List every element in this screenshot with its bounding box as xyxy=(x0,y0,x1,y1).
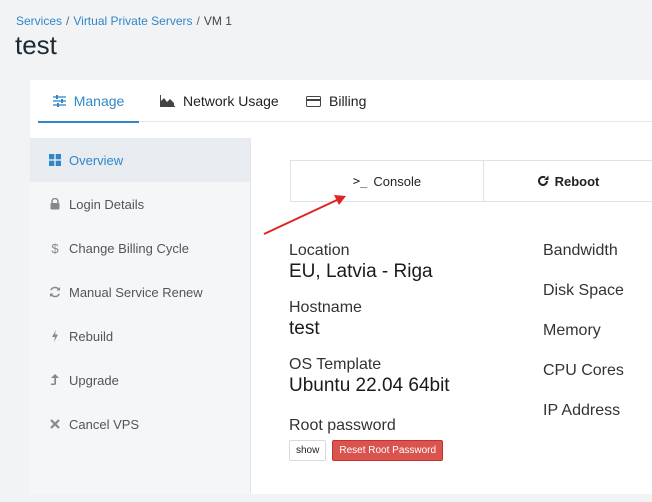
breadcrumb-vps[interactable]: Virtual Private Servers xyxy=(73,14,192,28)
refresh-icon xyxy=(48,286,62,298)
terminal-icon: >_ xyxy=(352,174,368,188)
os-template-value: Ubuntu 22.04 64bit xyxy=(289,375,450,396)
console-button-label: Console xyxy=(373,173,422,189)
os-template-label: OS Template xyxy=(289,356,382,373)
location-value: EU, Latvia - Riga xyxy=(289,261,433,282)
sidebar-item-upgrade[interactable]: Upgrade xyxy=(30,358,250,402)
tab-bar: Manage Network Usage Billing xyxy=(38,80,652,123)
console-button[interactable]: >_ Console xyxy=(291,161,484,201)
reboot-button-label: Reboot xyxy=(554,173,600,189)
sliders-icon xyxy=(52,94,66,107)
tab-network-usage-label: Network Usage xyxy=(183,93,279,109)
memory-label: Memory xyxy=(543,322,601,339)
tab-manage-label: Manage xyxy=(73,92,125,109)
sidebar-item-label: Rebuild xyxy=(69,328,114,344)
root-password-label: Root password xyxy=(289,417,396,434)
dollar-icon: $ xyxy=(51,240,59,256)
sidebar-item-label: Upgrade xyxy=(69,372,119,388)
tab-manage[interactable]: Manage xyxy=(38,80,139,123)
sidebar: Overview Login Details $ Change Billing … xyxy=(30,138,250,494)
page-title: test xyxy=(15,30,57,60)
tab-billing-label: Billing xyxy=(329,93,367,109)
location-field: Location EU, Latvia - Riga xyxy=(289,242,450,283)
sidebar-item-label: Cancel VPS xyxy=(69,416,140,432)
location-label: Location xyxy=(289,242,350,259)
sidebar-item-cancel-vps[interactable]: Cancel VPS xyxy=(30,402,250,446)
password-actions: show Reset Root Password xyxy=(289,440,450,461)
os-template-field: OS Template Ubuntu 22.04 64bit xyxy=(289,356,450,397)
credit-card-icon xyxy=(306,95,321,107)
reset-root-password-button[interactable]: Reset Root Password xyxy=(332,440,444,461)
grid-icon xyxy=(48,154,62,166)
reboot-button[interactable]: Reboot xyxy=(484,161,652,201)
cpu-cores-label: CPU Cores xyxy=(543,362,624,379)
hostname-value: test xyxy=(289,318,320,339)
sidebar-item-label: Manual Service Renew xyxy=(69,284,203,300)
breadcrumb-separator: / xyxy=(196,14,200,28)
disk-space-label: Disk Space xyxy=(543,282,624,299)
sidebar-item-label: Login Details xyxy=(69,196,145,212)
action-bar: >_ Console Reboot xyxy=(290,160,652,202)
upgrade-arrow-icon xyxy=(48,374,62,386)
details-left-column: Location EU, Latvia - Riga Hostname test… xyxy=(289,242,450,477)
bolt-icon xyxy=(48,330,62,342)
sidebar-item-manual-service-renew[interactable]: Manual Service Renew xyxy=(30,270,250,314)
breadcrumb-services[interactable]: Services xyxy=(16,14,62,28)
hostname-field: Hostname test xyxy=(289,299,450,340)
breadcrumb-separator: / xyxy=(66,14,70,28)
breadcrumb-current: VM 1 xyxy=(203,14,232,28)
sidebar-item-login-details[interactable]: Login Details xyxy=(30,182,250,226)
sidebar-item-change-billing-cycle[interactable]: $ Change Billing Cycle xyxy=(30,226,250,270)
tab-billing[interactable]: Billing xyxy=(306,80,366,122)
tab-network-usage[interactable]: Network Usage xyxy=(160,80,279,122)
root-password-field: Root password show Reset Root Password xyxy=(289,417,450,461)
lock-icon xyxy=(48,198,62,210)
sidebar-item-overview[interactable]: Overview xyxy=(30,138,250,182)
hostname-label: Hostname xyxy=(289,299,362,316)
ip-address-label: IP Address xyxy=(543,402,621,419)
sidebar-item-label: Overview xyxy=(69,152,124,168)
show-password-button[interactable]: show xyxy=(289,440,327,461)
area-chart-icon xyxy=(160,95,175,107)
bandwidth-label: Bandwidth xyxy=(543,242,618,259)
times-icon xyxy=(48,419,62,429)
sidebar-item-rebuild[interactable]: Rebuild xyxy=(30,314,250,358)
details-right-column: Bandwidth Disk Space Memory CPU Cores IP… xyxy=(543,242,624,442)
redo-icon xyxy=(537,175,549,187)
sidebar-item-label: Change Billing Cycle xyxy=(69,240,189,256)
breadcrumb: Services / Virtual Private Servers / VM 1 xyxy=(16,14,232,28)
